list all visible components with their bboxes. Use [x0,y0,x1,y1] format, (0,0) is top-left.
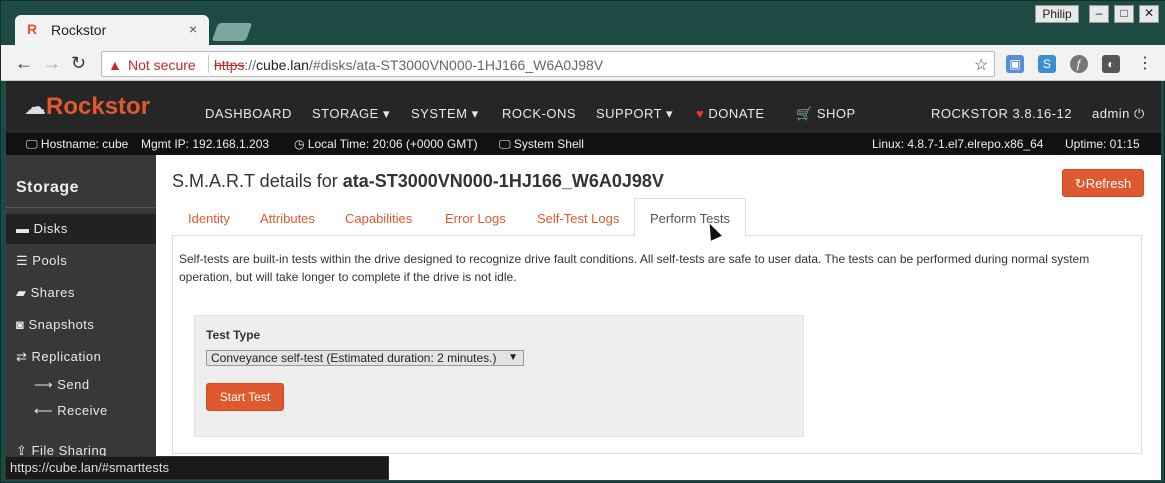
tab-error-logs[interactable]: Error Logs [445,211,506,226]
sidebar-item-snapshots[interactable]: ◙ Snapshots [6,310,156,340]
bookmark-star-icon[interactable]: ☆ [974,55,988,75]
sidebar-item-receive[interactable]: ⟵ Receive [34,403,108,419]
browser-toolbar: ← → ↻ ▲ Not secure https://cube.lan/#dis… [1,45,1165,81]
start-test-button[interactable]: Start Test [206,383,284,411]
profile-button[interactable]: Philip [1035,5,1079,23]
test-form: Test Type Conveyance self-test (Estimate… [194,315,804,437]
tab-self-test-logs[interactable]: Self-Test Logs [537,211,619,226]
refresh-button[interactable]: ↻Refresh [1062,169,1144,197]
cloud-icon: ☁ [24,94,46,119]
rockstor-favicon-icon: R [27,21,38,37]
mgmt-ip: Mgmt IP: 192.168.1.203 [141,137,270,151]
menu-icon[interactable]: ⋮ [1137,53,1153,73]
status-bar-url: https://cube.lan/#smarttests [5,456,389,480]
uptime: Uptime: 01:15 [1065,137,1140,151]
browser-tab[interactable]: R Rockstor × [15,15,209,45]
extension-icon[interactable]: ▣ [1006,55,1024,73]
divider [6,207,156,208]
tab-strip: R Rockstor × Philip – □ ✕ [1,1,1165,45]
tab-close-icon[interactable]: × [189,21,197,37]
system-info-bar: 🖵 Hostname: cube Mgmt IP: 192.168.1.203 … [6,133,1161,155]
folder-icon: ▰ [16,285,27,300]
local-time: ◷ Local Time: 20:06 (+0000 GMT) [294,137,478,151]
tab-identity[interactable]: Identity [188,211,230,226]
arrow-left-icon: ⟵ [34,403,54,418]
sidebar-item-send[interactable]: ⟶ Send [34,377,90,393]
tab-title: Rockstor [51,22,107,38]
browser-window: R Rockstor × Philip – □ ✕ ← → ↻ ▲ Not se… [0,0,1165,483]
power-icon: ⏻ [1134,106,1145,121]
url-text: https://cube.lan/#disks/ata-ST3000VN000-… [214,57,604,73]
tab-capabilities[interactable]: Capabilities [345,211,412,226]
heart-icon: ♥ [696,106,705,121]
sidebar-title: Storage [16,179,80,196]
hostname: 🖵 Hostname: cube [26,137,129,151]
rockstor-app: ☁Rockstor DASHBOARD STORAGE ▾ SYSTEM ▾ R… [6,81,1161,480]
new-tab-button[interactable] [211,23,253,41]
disk-icon: ▬ [16,221,30,236]
test-type-select[interactable]: Conveyance self-test (Estimated duration… [206,350,524,366]
smart-tabs: Identity Attributes Capabilities Error L… [172,198,1142,237]
refresh-icon: ↻ [1074,176,1086,191]
test-type-label: Test Type [206,328,261,342]
security-label: Not secure [128,57,196,73]
system-shell-link[interactable]: 🖵 System Shell [499,137,584,152]
exchange-icon: ⇄ [16,349,28,364]
linux-version: Linux: 4.8.7-1.el7.elrepo.x86_64 [872,137,1044,151]
brand-logo[interactable]: ☁Rockstor [24,93,150,121]
close-window-icon[interactable]: ✕ [1139,5,1159,23]
monitor-icon: 🖵 [499,137,511,151]
nav-rock-ons[interactable]: ROCK-ONS [502,106,576,121]
skype-icon[interactable]: S [1038,55,1056,73]
maximize-icon[interactable]: □ [1114,5,1134,23]
arrow-right-icon: ⟶ [34,377,54,392]
version-label: ROCKSTOR 3.8.16-12 [931,106,1072,121]
nav-storage[interactable]: STORAGE ▾ [312,106,390,122]
tab-attributes[interactable]: Attributes [260,211,315,226]
nav-shop[interactable]: 🛒 SHOP [796,106,856,122]
sidebar-item-disks[interactable]: ▬ Disks [6,214,156,244]
nav-system[interactable]: SYSTEM ▾ [411,106,479,122]
minimize-icon[interactable]: – [1089,5,1109,23]
divider [208,55,209,73]
top-navbar: ☁Rockstor DASHBOARD STORAGE ▾ SYSTEM ▾ R… [6,81,1161,133]
nav-dashboard[interactable]: DASHBOARD [205,106,292,121]
page-title: S.M.A.R.T details for ata-ST3000VN000-1H… [172,171,664,191]
reload-icon[interactable]: ↻ [71,53,86,74]
warning-icon: ▲ [108,57,122,73]
nav-support[interactable]: SUPPORT ▾ [596,106,673,122]
user-menu[interactable]: admin ⏻ [1092,106,1145,122]
nav-donate[interactable]: ♥ DONATE [696,106,765,121]
extension-icon[interactable]: ◐ [1102,55,1120,73]
sidebar: Storage ▬ Disks ☰ Pools ▰ Shares ◙ Snaps… [6,155,156,480]
back-icon[interactable]: ← [15,53,33,74]
self-test-description: Self-tests are built-in tests within the… [179,252,1090,284]
sidebar-item-shares[interactable]: ▰ Shares [6,278,156,308]
list-icon: ☰ [16,253,29,268]
camera-icon: ◙ [16,317,25,332]
monitor-icon: 🖵 [26,137,38,151]
sidebar-item-replication[interactable]: ⇄ Replication [6,342,156,372]
address-bar[interactable]: ▲ Not secure https://cube.lan/#disks/ata… [101,51,995,77]
extension-icon[interactable]: ƒ [1070,55,1088,73]
clock-icon: ◷ [294,137,305,151]
perform-tests-panel: Self-tests are built-in tests within the… [172,236,1142,454]
forward-icon[interactable]: → [43,53,61,74]
tab-perform-tests[interactable]: Perform Tests [634,198,746,237]
sidebar-item-pools[interactable]: ☰ Pools [6,246,156,276]
cart-icon: 🛒 [796,106,813,121]
main-content: S.M.A.R.T details for ata-ST3000VN000-1H… [156,155,1161,480]
dropdown-arrow-icon: ▼ [508,352,518,363]
